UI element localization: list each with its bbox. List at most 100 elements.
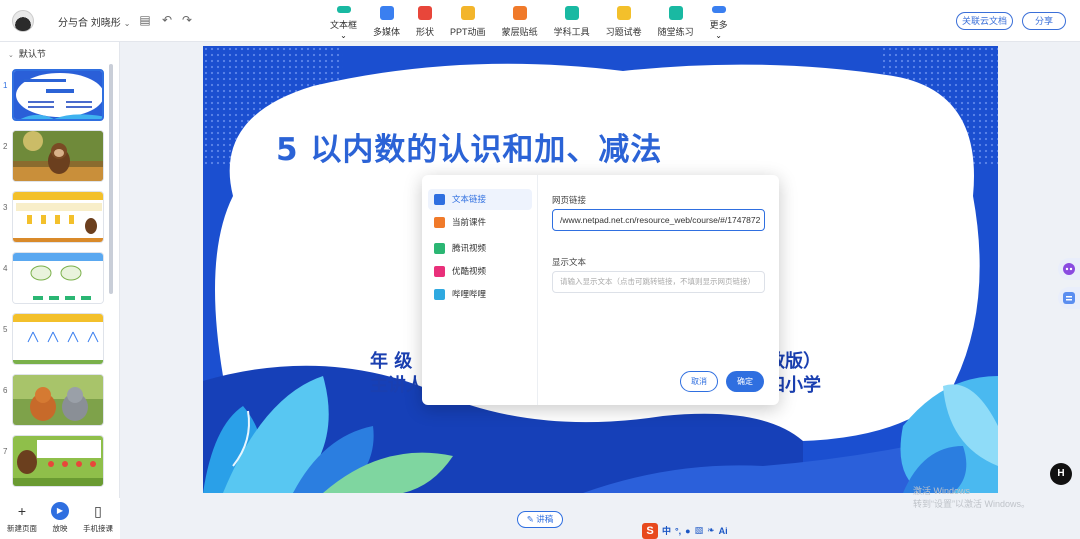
- keyboard-icon: ▧: [694, 525, 704, 535]
- link-type-item[interactable]: 当前课件: [428, 212, 532, 233]
- slide-thumbnail[interactable]: 3: [0, 191, 110, 243]
- watermark-line-1: 激活 Windows: [913, 486, 971, 496]
- watermark-line-2: 转到“设置”以激活 Windows。: [913, 499, 1031, 509]
- chevron-down-icon: ⌄: [123, 19, 131, 28]
- tool-label: 更多: [709, 20, 728, 30]
- chevron-down-icon: ⌄: [8, 52, 14, 59]
- tool-subject-tool[interactable]: 学科工具: [554, 4, 590, 40]
- sticker-icon: [512, 6, 527, 20]
- link-type-item[interactable]: 哔哩哔哩: [428, 284, 532, 305]
- tool-textbox[interactable]: 文本框 ⌄: [330, 4, 357, 40]
- link-type-item[interactable]: 文本链接: [428, 189, 532, 210]
- courseware-icon: [434, 217, 445, 228]
- slide-thumbnail[interactable]: 4: [0, 252, 110, 304]
- slide-number: 3: [3, 203, 8, 212]
- thumbnail-image: [12, 374, 104, 426]
- link-type-label: 优酷视频: [452, 266, 487, 276]
- tool-label: 文本框: [330, 20, 358, 30]
- youku-icon: [434, 266, 445, 277]
- tool-practice[interactable]: 随堂练习: [658, 4, 694, 40]
- link-type-menu: 文本链接 当前课件腾讯视频优酷视频哔哩哔哩: [422, 175, 538, 405]
- link-type-label: 腾讯视频: [452, 243, 487, 253]
- share-button[interactable]: 分享: [1022, 12, 1066, 30]
- slide-number: 4: [3, 264, 8, 273]
- tool-animation[interactable]: PPT动画: [450, 4, 486, 40]
- slide-number: 7: [3, 447, 8, 456]
- skin-icon: ❧: [707, 525, 715, 535]
- thumbnail-image: [12, 130, 104, 182]
- document-title[interactable]: 分与合 刘晓彤 ⌄: [58, 14, 130, 29]
- slide-thumbnail[interactable]: 5: [0, 313, 110, 365]
- insert-tools: 文本框 ⌄ 多媒体 形状 PPT动画 蒙层贴纸 学科工具 习题试卷 随堂练习 更多 ⌄: [330, 4, 744, 40]
- tool-label: 蒙层贴纸: [501, 27, 538, 37]
- hk-floating-icon[interactable]: H: [1050, 463, 1072, 485]
- bilibili-icon: [434, 289, 445, 300]
- textbox-icon: [336, 6, 351, 13]
- slide-thumbnail[interactable]: 7: [0, 435, 110, 487]
- mobile-class-label: 手机接课: [83, 524, 113, 533]
- sidebar-bottom-tools: + 新建页面 ▶ 放映 ▯ 手机接课: [0, 498, 120, 539]
- thumbnail-image: [12, 69, 104, 121]
- tool-media[interactable]: 多媒体: [373, 4, 400, 40]
- slide-title[interactable]: 5 以内数的认识和加、减法: [276, 124, 662, 169]
- media-icon: [379, 6, 394, 20]
- tool-label: 习题试卷: [605, 27, 642, 37]
- hyperlink-dialog: 文本链接 当前课件腾讯视频优酷视频哔哩哔哩 网页链接 /www.netpad.ne…: [422, 175, 779, 405]
- user-avatar[interactable]: [12, 10, 34, 32]
- url-label: 网页链接: [552, 195, 587, 205]
- thumbnail-image: [12, 313, 104, 365]
- slide-thumbnail[interactable]: 2: [0, 130, 110, 182]
- tool-label: 形状: [416, 27, 435, 37]
- section-header[interactable]: ⌄ 默认节: [8, 47, 46, 60]
- chevron-down-icon: ⌄: [715, 31, 722, 40]
- slide-number: 1: [3, 81, 8, 90]
- confirm-button[interactable]: 确定: [726, 371, 764, 392]
- top-toolbar: 分与合 刘晓彤 ⌄ ▤ ↶ ↷ 文本框 ⌄ 多媒体 形状 PPT动画 蒙层贴纸 学科工具 习题…: [0, 0, 1080, 42]
- link-icon: [434, 194, 445, 205]
- shape-icon: [418, 6, 433, 20]
- ime-toolbar[interactable]: S 中 °, ● ▧ ❧ Ai: [642, 522, 728, 539]
- link-cloud-doc-button[interactable]: 关联云文档: [956, 12, 1013, 30]
- redo-icon[interactable]: ↷: [180, 13, 194, 27]
- play-icon: ▶: [51, 502, 69, 520]
- undo-icon[interactable]: ↶: [160, 13, 174, 27]
- link-type-item[interactable]: 腾讯视频: [428, 238, 532, 259]
- exercise-icon: [616, 6, 631, 20]
- slide-number: 2: [3, 142, 8, 151]
- play-button[interactable]: ▶ 放映: [51, 502, 69, 539]
- new-page-label: 新建页面: [7, 524, 37, 533]
- history-icon[interactable]: ▤: [138, 13, 152, 27]
- slide-sidebar: ⌄ 默认节 1 2 3 4 5 6 7 + 新建页面 ▶ 放映 ▯ 手机接课: [0, 42, 120, 539]
- slide-thumbnail[interactable]: 1: [0, 69, 110, 121]
- slide-presenter-text[interactable]: 主讲人: [370, 371, 424, 397]
- section-title: 默认节: [18, 49, 46, 59]
- tool-label: PPT动画: [450, 27, 486, 37]
- tool-exercise[interactable]: 习题试卷: [606, 4, 642, 40]
- tool-label: 学科工具: [553, 27, 590, 37]
- mobile-class-button[interactable]: ▯ 手机接课: [83, 502, 113, 539]
- translate-float-button[interactable]: [1058, 287, 1080, 309]
- microphone-icon: ●: [685, 525, 691, 536]
- new-page-button[interactable]: + 新建页面: [7, 502, 37, 539]
- animation-icon: [460, 6, 475, 20]
- slide-grade-text[interactable]: 年 级: [370, 347, 412, 373]
- speaker-notes-button[interactable]: ✎ 讲稿: [517, 511, 563, 528]
- tool-more[interactable]: 更多 ⌄: [710, 4, 728, 40]
- tool-shape[interactable]: 形状: [416, 4, 434, 40]
- ai-icon: Ai: [718, 525, 728, 536]
- translate-icon: [1063, 292, 1075, 304]
- subject-tool-icon: [564, 6, 579, 20]
- slide-number: 6: [3, 386, 8, 395]
- sogou-icon: S: [642, 522, 658, 539]
- tool-sticker[interactable]: 蒙层贴纸: [502, 4, 538, 40]
- slide-thumbnail[interactable]: 6: [0, 374, 110, 426]
- link-type-item[interactable]: 优酷视频: [428, 261, 532, 282]
- tool-label: 多媒体: [373, 27, 401, 37]
- cancel-button[interactable]: 取消: [680, 371, 718, 392]
- display-text-input[interactable]: 请输入显示文本（点击可跳转链接，不填则显示网页链接）: [552, 271, 765, 293]
- assistant-float-button[interactable]: [1058, 258, 1080, 280]
- phone-icon: ▯: [94, 503, 102, 519]
- punctuation-icon: °,: [675, 525, 682, 536]
- ime-language: 中: [662, 526, 672, 536]
- url-input[interactable]: /www.netpad.net.cn/resource_web/course/#…: [552, 209, 765, 231]
